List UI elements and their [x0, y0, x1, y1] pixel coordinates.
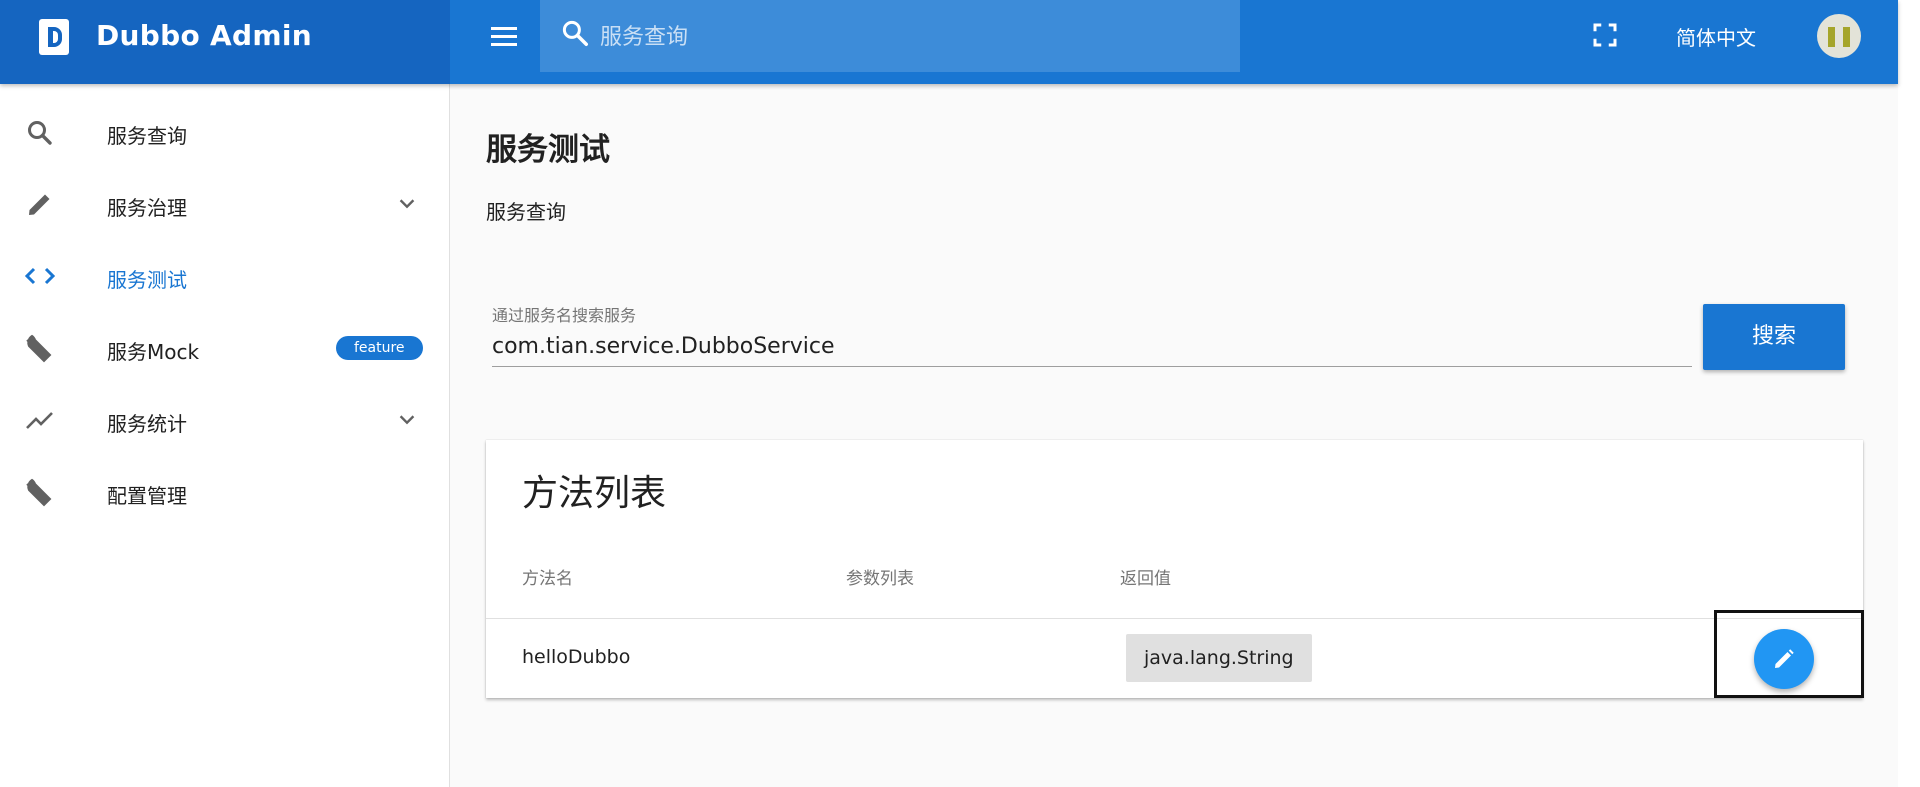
avatar[interactable]: [1817, 14, 1861, 58]
sidebar-item-label: 服务统计: [107, 412, 187, 436]
sidebar-item-label: 配置管理: [107, 484, 187, 508]
search-button[interactable]: 搜索: [1703, 304, 1845, 370]
method-name-cell: helloDubbo: [522, 646, 631, 668]
pencil-icon: [29, 194, 50, 215]
sidebar-item-config-management[interactable]: 配置管理: [0, 456, 449, 528]
sidebar-item-label: 服务测试: [107, 268, 187, 292]
table-divider: [486, 618, 1863, 619]
service-search-input[interactable]: [492, 326, 1692, 367]
feature-badge: feature: [336, 336, 423, 360]
column-header-params[interactable]: 参数列表: [846, 564, 914, 589]
sidebar-item-label: 服务治理: [107, 196, 187, 220]
window-edge: [1898, 0, 1920, 787]
sidebar-item-label: 服务查询: [107, 124, 187, 148]
dubbo-logo-icon: [39, 19, 69, 55]
pencil-icon: [1775, 649, 1794, 668]
brand-area[interactable]: Dubbo Admin: [0, 0, 450, 84]
trending-icon: [26, 412, 53, 429]
sidebar-nav: 服务查询 服务治理 服务测试 服务Mock feature 服务统计 配置管理: [0, 84, 450, 787]
return-type-chip: java.lang.String: [1126, 634, 1312, 682]
breadcrumb: 服务查询: [486, 200, 566, 224]
chevron-down-icon: [399, 415, 415, 425]
hamburger-icon: [491, 27, 517, 30]
app-root: Dubbo Admin 简体中文: [0, 0, 1898, 787]
sidebar-item-service-mock[interactable]: 服务Mock feature: [0, 312, 449, 384]
search-icon: [562, 20, 588, 46]
method-list-card: 方法列表 方法名 参数列表 返回值 helloDubbo java.lang.S…: [486, 440, 1863, 698]
service-search-label: 通过服务名搜索服务: [492, 306, 637, 325]
sidebar-item-service-test[interactable]: 服务测试: [0, 240, 449, 312]
page-title: 服务测试: [486, 132, 610, 168]
sidebar-item-service-governance[interactable]: 服务治理: [0, 168, 449, 240]
menu-toggle-button[interactable]: [489, 22, 519, 52]
column-header-return[interactable]: 返回值: [1120, 564, 1171, 589]
code-icon: [24, 267, 56, 285]
sidebar-item-label: 服务Mock: [107, 340, 200, 364]
method-list-title: 方法列表: [522, 473, 667, 514]
app-title: Dubbo Admin: [96, 19, 312, 52]
global-search-box[interactable]: [540, 0, 1240, 72]
language-switcher[interactable]: 简体中文: [1676, 22, 1756, 51]
sidebar-item-service-search[interactable]: 服务查询: [0, 96, 449, 168]
fullscreen-icon[interactable]: [1590, 20, 1620, 50]
sidebar-item-service-statistics[interactable]: 服务统计: [0, 384, 449, 456]
wrench-icon: [26, 478, 52, 507]
edit-test-button[interactable]: [1754, 629, 1814, 689]
chevron-down-icon: [399, 199, 415, 209]
wrench-icon: [26, 334, 52, 363]
top-app-bar: Dubbo Admin 简体中文: [0, 0, 1898, 84]
column-header-method[interactable]: 方法名: [522, 564, 573, 589]
global-search-input[interactable]: [598, 18, 1202, 56]
search-icon: [28, 121, 52, 145]
